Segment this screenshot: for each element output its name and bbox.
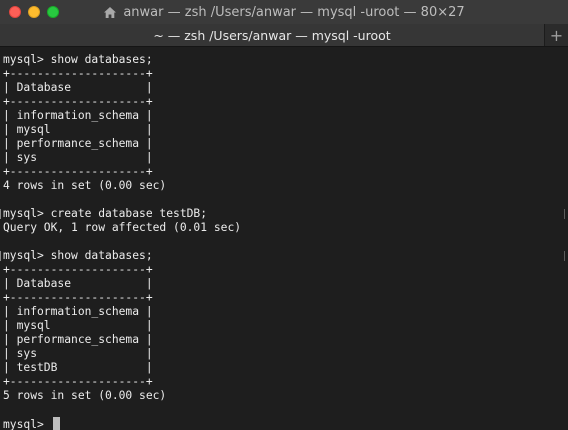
terminal-line: mysql> show databases; <box>3 53 153 66</box>
title-bar[interactable]: anwar — zsh /Users/anwar — mysql -uroot … <box>0 0 568 25</box>
terminal-line: | sys | <box>3 151 153 164</box>
terminal-line: | sys | <box>3 347 153 360</box>
terminal-line: | information_schema | <box>3 109 153 122</box>
terminal-line: 5 rows in set (0.00 sec) <box>3 389 167 402</box>
terminal-line: +--------------------+ <box>3 263 153 276</box>
terminal-line: | performance_schema | <box>3 333 153 346</box>
terminal-line: | performance_schema | <box>3 137 153 150</box>
terminal-line: +--------------------+ <box>3 375 153 388</box>
command-mark <box>564 251 565 261</box>
terminal-line: +--------------------+ <box>3 67 153 80</box>
terminal-line: 4 rows in set (0.00 sec) <box>3 179 167 192</box>
command-mark <box>0 251 1 261</box>
tab-title: ~ — zsh /Users/anwar — mysql -uroot <box>153 27 391 43</box>
terminal-line: +--------------------+ <box>3 291 153 304</box>
terminal-line: | mysql | <box>3 319 153 332</box>
terminal-line: | Database | <box>3 81 153 94</box>
tab-bar: ~ — zsh /Users/anwar — mysql -uroot + <box>0 24 568 47</box>
home-folder-icon <box>103 6 117 19</box>
command-mark <box>0 209 1 219</box>
terminal-line: mysql> show databases; <box>3 249 153 262</box>
tab-current[interactable]: ~ — zsh /Users/anwar — mysql -uroot <box>0 24 545 46</box>
new-tab-button[interactable]: + <box>545 24 568 46</box>
terminal-line: Query OK, 1 row affected (0.01 sec) <box>3 221 242 234</box>
terminal-output[interactable]: mysql> show databases; +----------------… <box>0 47 568 430</box>
text-cursor <box>52 417 60 430</box>
terminal-line: +--------------------+ <box>3 95 153 108</box>
terminal-line: | mysql | <box>3 123 153 136</box>
terminal-line: +--------------------+ <box>3 165 153 178</box>
terminal-prompt: mysql> <box>3 418 51 430</box>
terminal-line: | information_schema | <box>3 305 153 318</box>
window-title-area: anwar — zsh /Users/anwar — mysql -uroot … <box>0 0 568 24</box>
command-mark <box>564 209 565 219</box>
terminal-prompt-line[interactable]: mysql> <box>3 417 60 430</box>
terminal-line: mysql> create database testDB; <box>3 207 208 220</box>
window-title: anwar — zsh /Users/anwar — mysql -uroot … <box>123 4 465 20</box>
terminal-line: | testDB | <box>3 361 153 374</box>
terminal-window: anwar — zsh /Users/anwar — mysql -uroot … <box>0 0 568 430</box>
terminal-line: | Database | <box>3 277 153 290</box>
